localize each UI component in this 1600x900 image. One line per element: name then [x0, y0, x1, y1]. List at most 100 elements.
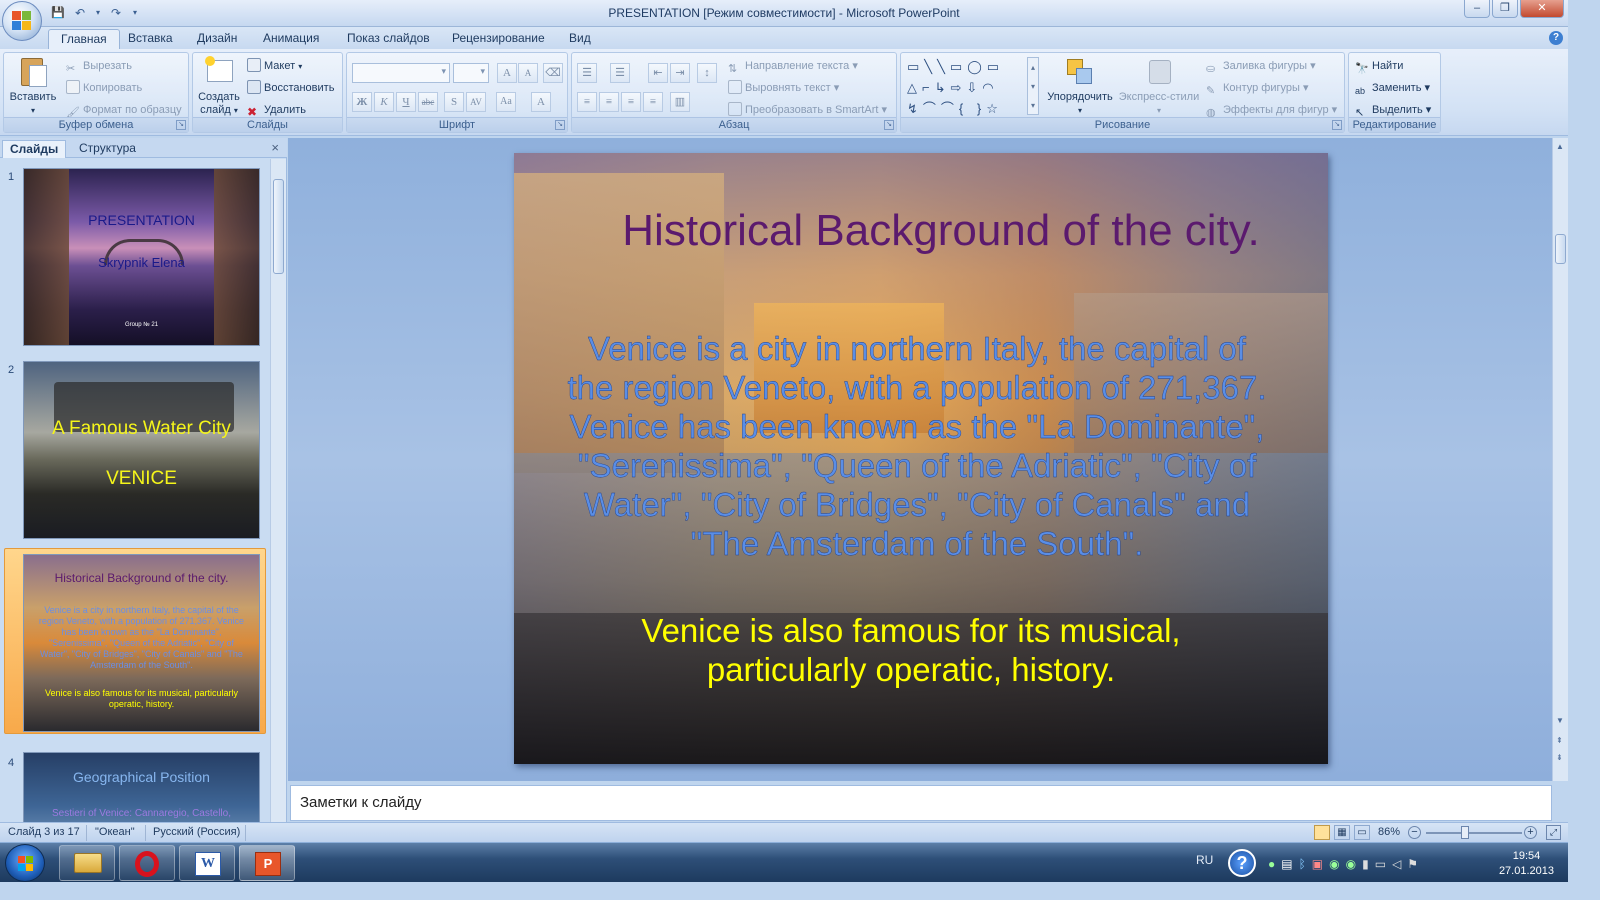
clear-format-icon[interactable]: ⌫: [543, 63, 563, 83]
signal-icon[interactable]: ▮: [1362, 857, 1375, 871]
find-button[interactable]: 🔭 Найти: [1355, 56, 1403, 76]
align-center-icon[interactable]: ≡: [599, 92, 619, 112]
office-button[interactable]: [2, 1, 42, 41]
zoom-level[interactable]: 86%: [1378, 826, 1400, 838]
next-slide-icon[interactable]: ⇟: [1556, 753, 1563, 763]
bold-icon[interactable]: Ж: [352, 92, 372, 112]
prev-slide-icon[interactable]: ⇞: [1556, 736, 1563, 746]
fit-to-window-icon[interactable]: ⤢: [1546, 825, 1561, 840]
italic-icon[interactable]: К: [374, 92, 394, 112]
shapes-gallery-scroll[interactable]: ▴ ▾ ▾: [1027, 57, 1039, 115]
action-center-icon[interactable]: ⚑: [1407, 857, 1424, 871]
tab-review[interactable]: Рецензирование: [440, 29, 557, 49]
char-spacing-icon[interactable]: AV: [466, 92, 486, 112]
align-right-icon[interactable]: ≡: [621, 92, 641, 112]
justify-icon[interactable]: ≡: [643, 92, 663, 112]
shape-outline-button[interactable]: ✎ Контур фигуры ▾: [1206, 78, 1309, 98]
security-icon[interactable]: ▣: [1312, 857, 1329, 871]
align-left-icon[interactable]: ≡: [577, 92, 597, 112]
zoom-slider[interactable]: [1426, 832, 1522, 834]
bullets-icon[interactable]: ☰: [577, 63, 597, 83]
zoom-out-icon[interactable]: −: [1408, 826, 1421, 839]
tab-slideshow[interactable]: Показ слайдов: [335, 29, 442, 49]
help-icon[interactable]: ?: [1549, 31, 1563, 45]
scroll-down-icon[interactable]: ▼: [1556, 716, 1564, 725]
scroll-thumb[interactable]: [1555, 234, 1566, 264]
slide-editor-scrollbar[interactable]: ▲ ▼ ⇞ ⇟: [1552, 138, 1568, 781]
font-color-icon[interactable]: A: [531, 92, 551, 112]
slideshow-view-icon[interactable]: ▭: [1354, 825, 1370, 840]
strikethrough-icon[interactable]: abc: [418, 92, 438, 112]
columns-icon[interactable]: ▥: [670, 92, 690, 112]
change-case-icon[interactable]: Aa: [496, 92, 516, 112]
tab-animation[interactable]: Анимация: [251, 29, 331, 49]
scroll-up-icon[interactable]: ▲: [1556, 142, 1564, 151]
tab-slides[interactable]: Слайды: [2, 140, 67, 158]
normal-view-icon[interactable]: [1314, 825, 1330, 840]
thumbnail-slide-4[interactable]: Geographical Position Sestieri of Venice…: [4, 743, 266, 822]
shape-fill-button[interactable]: ⛀ Заливка фигуры ▾: [1206, 56, 1316, 76]
slide-body[interactable]: Venice is a city in northern Italy, the …: [566, 329, 1268, 563]
taskbar-powerpoint[interactable]: P: [239, 845, 295, 881]
paste-button[interactable]: Вставить ▾: [7, 56, 59, 117]
tab-outline[interactable]: Структура: [72, 140, 143, 158]
antivirus-icon[interactable]: ●: [1268, 857, 1281, 871]
reset-button[interactable]: Восстановить: [247, 78, 334, 98]
tab-design[interactable]: Дизайн: [185, 29, 249, 49]
copy-button[interactable]: Копировать: [66, 78, 142, 98]
network-app-icon[interactable]: ◉: [1346, 857, 1362, 871]
taskbar-word[interactable]: W: [179, 845, 235, 881]
slide-sorter-icon[interactable]: ▦: [1334, 825, 1350, 840]
notes-pane[interactable]: Заметки к слайду: [290, 785, 1552, 821]
keyboard-language[interactable]: RU: [1196, 853, 1213, 867]
shapes-gallery[interactable]: ▭╲╲▭◯▭ △⌐↳⇨⇩◠ ↯⌒⌒{ }☆: [907, 56, 1004, 119]
close-button[interactable]: ✕: [1520, 0, 1564, 18]
clipboard-launcher-icon[interactable]: ↘: [176, 120, 186, 130]
thumbnail-slide-3[interactable]: Historical Background of the city. Venic…: [4, 548, 266, 734]
battery-icon[interactable]: ▭: [1375, 857, 1392, 871]
flag-icon[interactable]: ▤: [1281, 857, 1298, 871]
slide-body-2[interactable]: Venice is also famous for its musical, p…: [604, 611, 1218, 689]
font-size-combo[interactable]: [453, 63, 489, 83]
decrease-indent-icon[interactable]: ⇤: [648, 63, 668, 83]
zoom-slider-handle[interactable]: [1461, 826, 1469, 839]
replace-button[interactable]: ab Заменить ▾: [1355, 78, 1430, 98]
underline-icon[interactable]: Ч: [396, 92, 416, 112]
thumbnail-slide-1[interactable]: PRESENTATION Skrypnik Elena Group № 21: [4, 159, 266, 346]
font-launcher-icon[interactable]: ↘: [555, 120, 565, 130]
arrange-button[interactable]: Упорядочить ▾: [1044, 56, 1116, 117]
paragraph-launcher-icon[interactable]: ↘: [884, 120, 894, 130]
text-direction-button[interactable]: ⇅ Направление текста ▾: [728, 56, 858, 76]
maximize-button[interactable]: ❐: [1492, 0, 1518, 18]
slide-title[interactable]: Historical Background of the city.: [554, 205, 1328, 257]
volume-icon[interactable]: ◁: [1392, 857, 1407, 871]
current-slide[interactable]: Historical Background of the city. Venic…: [514, 153, 1328, 764]
numbering-icon[interactable]: ☰: [610, 63, 630, 83]
theme-name[interactable]: "Океан": [95, 826, 135, 838]
cut-button[interactable]: ✂ Вырезать: [66, 56, 132, 76]
update-icon[interactable]: ◉: [1329, 857, 1345, 871]
taskbar-explorer[interactable]: [59, 845, 115, 881]
grow-font-icon[interactable]: A: [497, 63, 517, 83]
scroll-thumb[interactable]: [273, 179, 284, 274]
zoom-in-icon[interactable]: +: [1524, 826, 1537, 839]
language-indicator[interactable]: Русский (Россия): [153, 826, 240, 838]
tray-icons[interactable]: ●▤ᛒ▣◉◉▮▭◁⚑: [1268, 857, 1424, 871]
clock[interactable]: 19:54 27.01.2013: [1499, 849, 1554, 879]
help-support-icon[interactable]: ?: [1228, 849, 1256, 877]
line-spacing-icon[interactable]: ↕: [697, 63, 717, 83]
layout-button[interactable]: Макет ▾: [247, 56, 302, 76]
bluetooth-icon[interactable]: ᛒ: [1299, 857, 1312, 871]
taskbar-opera[interactable]: [119, 845, 175, 881]
tab-home[interactable]: Главная: [48, 29, 120, 49]
tab-view[interactable]: Вид: [557, 29, 603, 49]
shrink-font-icon[interactable]: A: [518, 63, 538, 83]
tab-insert[interactable]: Вставка: [116, 29, 185, 49]
align-text-button[interactable]: Выровнять текст ▾: [728, 78, 839, 98]
shadow-icon[interactable]: S: [444, 92, 464, 112]
start-button[interactable]: [5, 844, 45, 882]
slides-pane-scrollbar[interactable]: [270, 159, 286, 822]
increase-indent-icon[interactable]: ⇥: [670, 63, 690, 83]
new-slide-button[interactable]: Создать слайд ▾: [195, 56, 243, 117]
close-pane-icon[interactable]: ×: [271, 140, 279, 155]
